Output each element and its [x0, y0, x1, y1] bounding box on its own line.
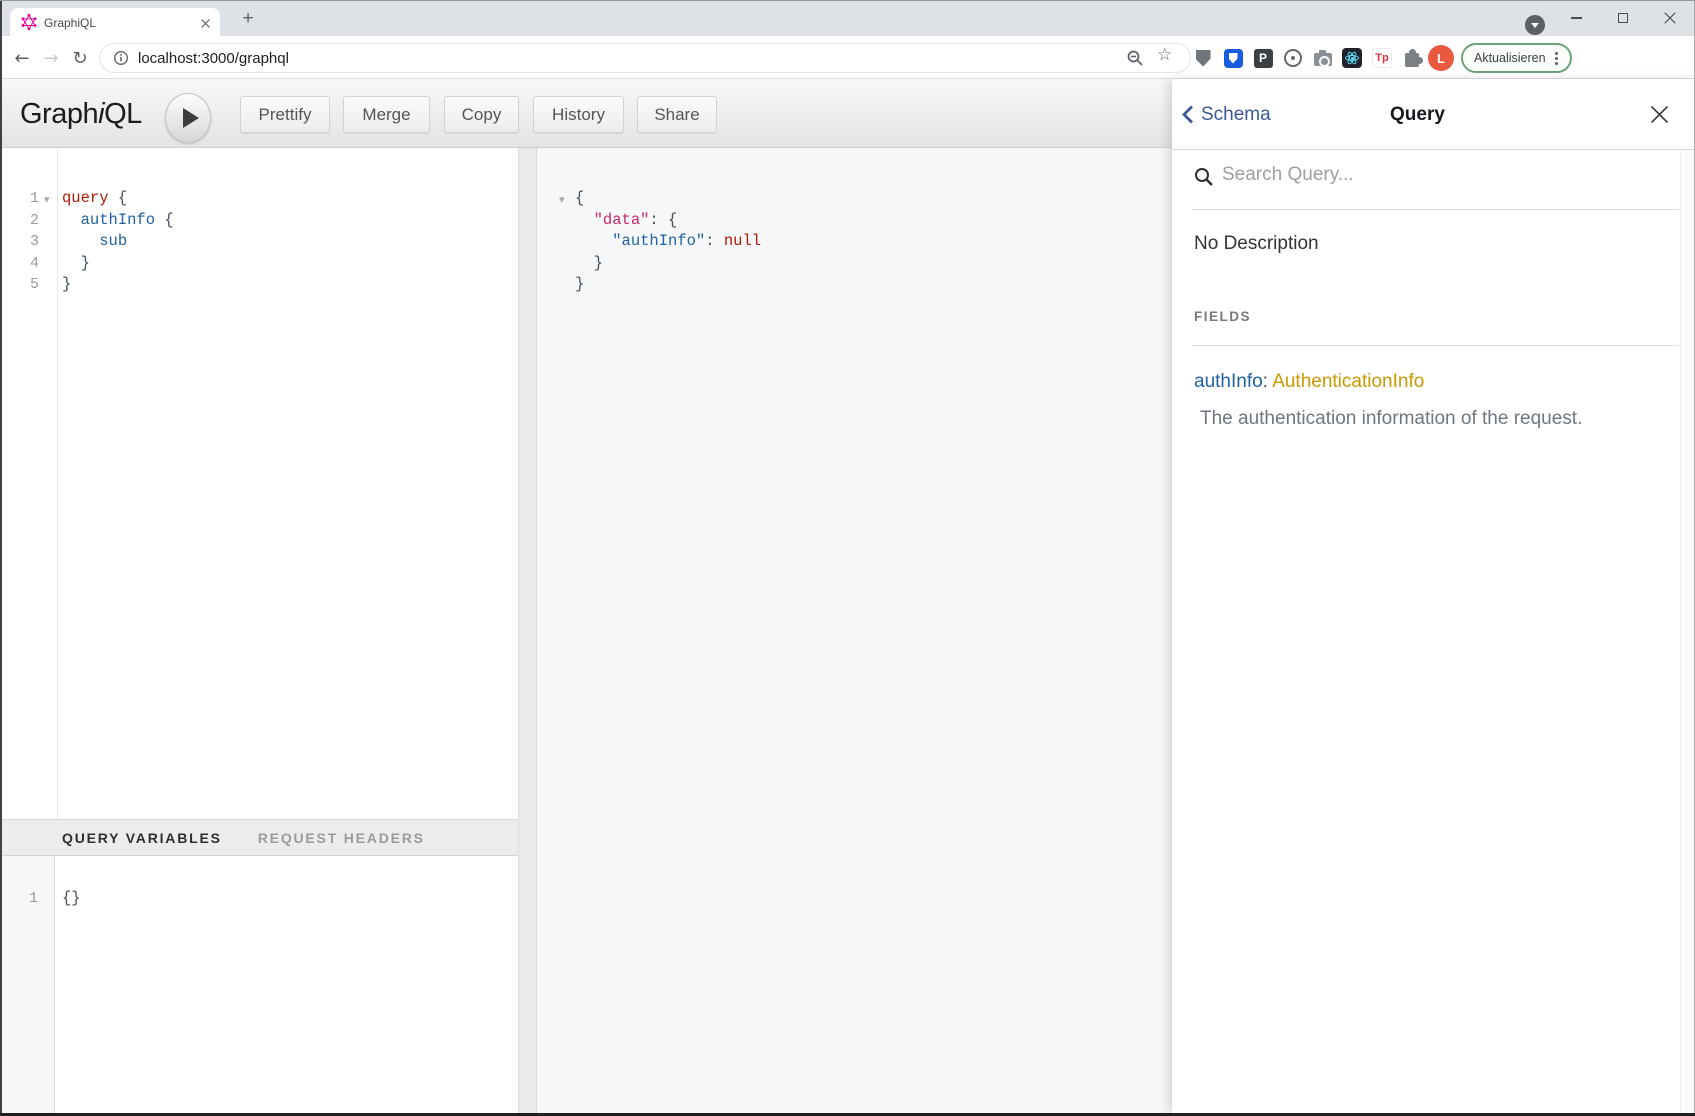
query-code[interactable]: query { authInfo { sub }} [62, 188, 174, 296]
close-icon [1650, 105, 1669, 124]
line-number: 5 [2, 274, 57, 296]
code-line[interactable]: authInfo { [62, 210, 174, 232]
window-maximize-button[interactable] [1607, 6, 1639, 30]
tab-strip: GraphiQL + [0, 1, 1695, 36]
code-line[interactable]: } [575, 274, 761, 296]
code-line[interactable]: { [575, 188, 761, 210]
graphiql-logo: GraphiQL [20, 98, 142, 131]
tab-query-variables[interactable]: QUERY VARIABLES [62, 830, 222, 846]
prettify-button[interactable]: Prettify [240, 96, 330, 133]
bookmark-star-icon[interactable]: ☆ [1157, 45, 1172, 65]
line-number: 2 [2, 210, 57, 232]
chevron-down-icon [1531, 23, 1539, 28]
result-code: { "data": { "authInfo": null }} [575, 188, 761, 296]
tab-close-icon[interactable] [198, 16, 212, 30]
minimize-icon [1571, 17, 1582, 19]
variables-editor-gutter: 1 [2, 856, 55, 1113]
atom-icon [1342, 48, 1362, 68]
field-name-link[interactable]: authInfo [1194, 371, 1263, 392]
address-bar[interactable]: localhost:3000/graphql [99, 43, 1191, 73]
history-button[interactable]: History [533, 96, 624, 133]
doc-close-button[interactable] [1650, 105, 1669, 124]
zoom-icon[interactable] [1126, 49, 1144, 67]
code-line[interactable]: "authInfo": null [575, 231, 761, 253]
puzzle-icon [1405, 53, 1419, 67]
update-label: Aktualisieren [1474, 51, 1546, 65]
new-tab-button[interactable]: + [236, 7, 260, 31]
ublock-icon[interactable] [1191, 46, 1215, 70]
doc-title: Query [1172, 79, 1663, 150]
page-info-icon[interactable] [113, 50, 129, 66]
tab-title: GraphiQL [44, 16, 96, 30]
merge-button[interactable]: Merge [343, 96, 430, 133]
window-minimize-button[interactable] [1560, 6, 1592, 30]
kebab-menu-icon [1555, 52, 1558, 65]
secondary-editor-tabs: QUERY VARIABLES REQUEST HEADERS [2, 819, 518, 856]
browser-window: GraphiQL + ← → ↻ localhost:3000/graphql … [0, 0, 1695, 1116]
code-line[interactable]: sub [62, 231, 174, 253]
doc-scrollbar-track[interactable] [1680, 150, 1695, 1113]
pane-resize-divider[interactable] [518, 148, 537, 1113]
browser-tab[interactable]: GraphiQL [10, 8, 220, 36]
play-icon [183, 108, 199, 128]
code-line[interactable]: } [62, 274, 174, 296]
shield-icon [1196, 50, 1211, 67]
code-line[interactable]: {} [62, 888, 81, 910]
field-description: The authentication information of the re… [1200, 408, 1582, 430]
url-text: localhost:3000/graphql [138, 50, 289, 67]
react-devtools-icon[interactable] [1340, 46, 1364, 70]
close-icon [1664, 12, 1676, 24]
fold-arrow-icon[interactable]: ▾ [559, 194, 565, 205]
doc-search-input[interactable] [1222, 164, 1602, 186]
doc-explorer-panel: Schema Query No Description FIELDS authI… [1172, 79, 1695, 1113]
maximize-icon [1618, 13, 1628, 23]
extensions-puzzle-icon[interactable] [1400, 46, 1424, 70]
search-icon [1194, 167, 1214, 187]
line-number: 1 [2, 888, 54, 910]
doc-no-description: No Description [1194, 233, 1319, 255]
query-editor-gutter: 12345 [2, 148, 58, 819]
code-line[interactable]: } [62, 253, 174, 275]
forward-button[interactable]: → [38, 45, 64, 71]
doc-fields-heading: FIELDS [1194, 309, 1251, 324]
copy-button[interactable]: Copy [444, 96, 519, 133]
execute-query-button[interactable] [165, 93, 211, 143]
back-button[interactable]: ← [9, 45, 35, 71]
capture-target-icon[interactable] [1281, 46, 1305, 70]
window-close-button[interactable] [1654, 6, 1686, 30]
line-number: 3 [2, 231, 57, 253]
code-line[interactable]: } [575, 253, 761, 275]
fold-arrow-icon[interactable]: ▾ [44, 194, 50, 205]
tampermonkey-icon[interactable]: Tp [1370, 46, 1394, 70]
graphql-favicon [21, 14, 37, 30]
fields-divider [1192, 345, 1679, 346]
bitwarden-icon[interactable] [1221, 46, 1245, 70]
variables-code[interactable]: {} [62, 888, 81, 910]
line-number: 4 [2, 253, 57, 275]
doc-explorer-title-bar: Schema Query [1172, 79, 1695, 150]
target-icon [1284, 49, 1302, 67]
window-left-edge [0, 1, 2, 1113]
tab-request-headers[interactable]: REQUEST HEADERS [258, 830, 425, 846]
browser-update-menu-button[interactable]: Aktualisieren [1461, 43, 1572, 73]
search-underline [1192, 209, 1679, 210]
code-line[interactable]: "data": { [575, 210, 761, 232]
doc-field-row: authInfo: AuthenticationInfo [1194, 371, 1424, 393]
reload-button[interactable]: ↻ [67, 45, 93, 71]
shield-icon [1224, 49, 1243, 68]
tab-search-icon[interactable] [1525, 15, 1545, 35]
field-type-link[interactable]: AuthenticationInfo [1272, 371, 1424, 392]
share-button[interactable]: Share [637, 96, 717, 133]
camera-icon[interactable] [1311, 46, 1335, 70]
doc-search-row [1172, 150, 1695, 210]
profile-avatar[interactable]: L [1428, 45, 1454, 71]
code-line[interactable]: query { [62, 188, 174, 210]
p-extension-icon[interactable]: P [1251, 46, 1275, 70]
